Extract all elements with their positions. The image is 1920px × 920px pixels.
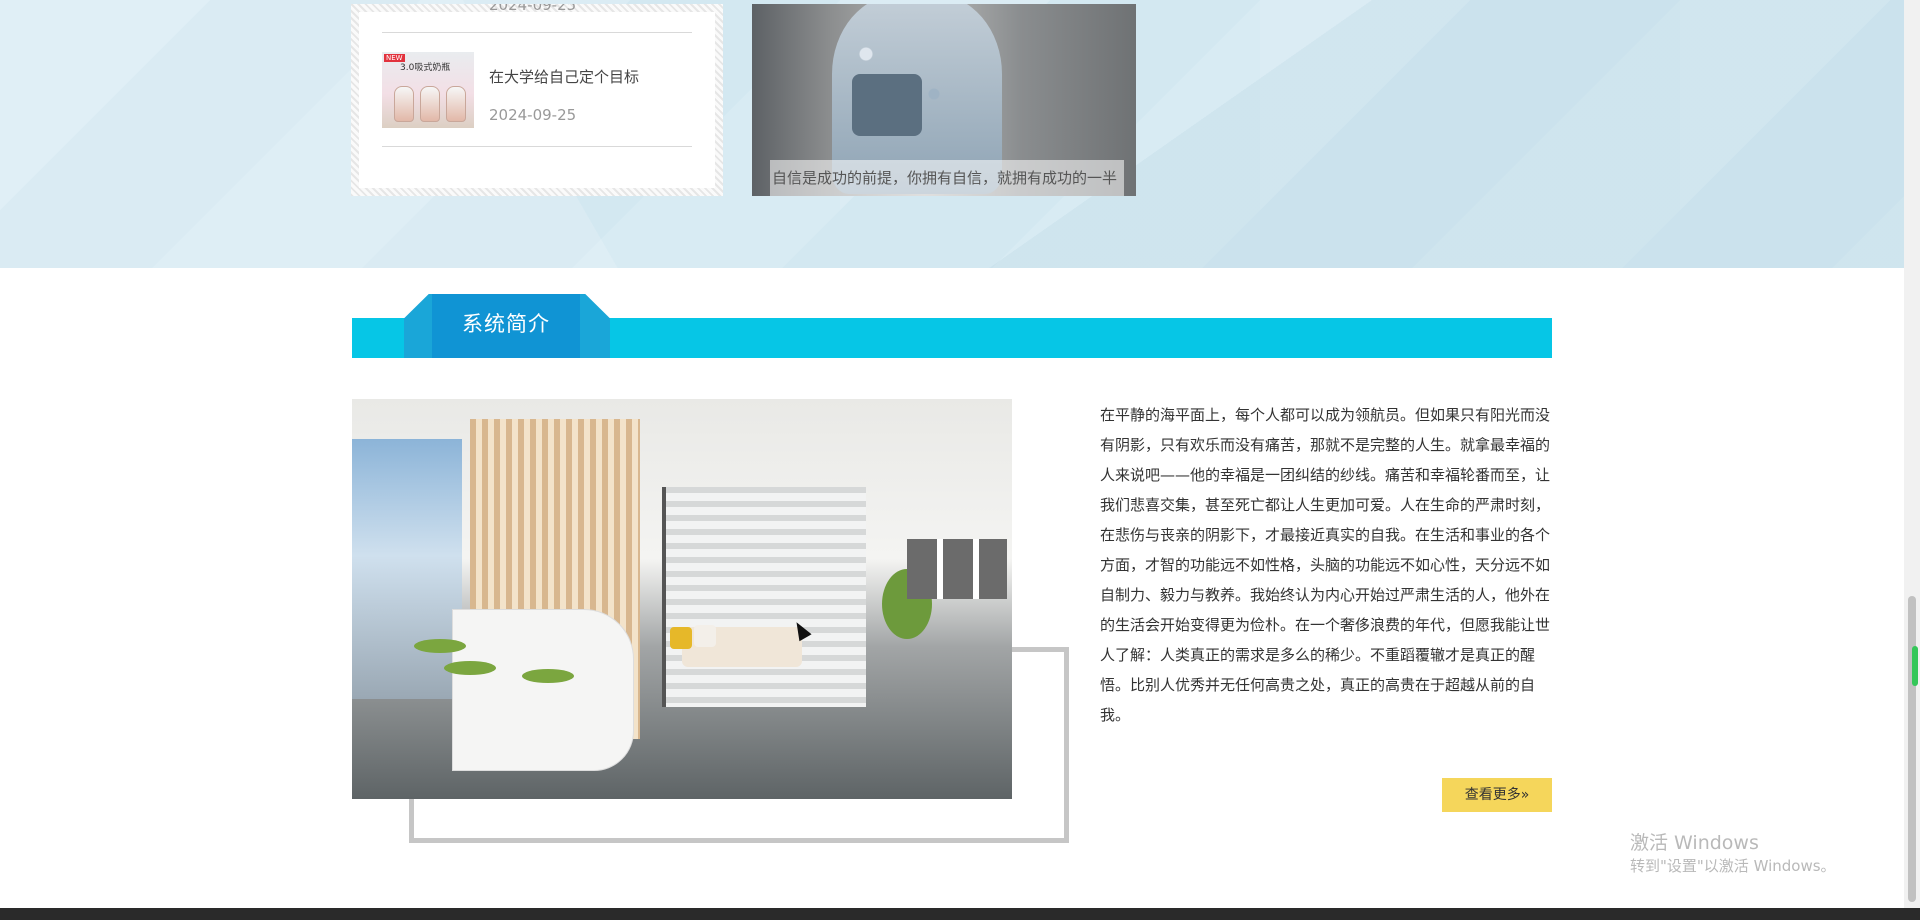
footer-top-edge (0, 908, 1920, 920)
office-photo (352, 399, 1012, 799)
news-item-partial[interactable]: 2024-09-25 (382, 4, 692, 33)
bag-image (852, 74, 922, 136)
bottle-image (446, 86, 466, 122)
stool-image (522, 669, 574, 683)
glass-room-image (662, 487, 866, 707)
reception-counter (452, 609, 634, 771)
windows-activation-title: 激活 Windows (1630, 832, 1759, 854)
news-title[interactable]: 在大学给自己定个目标 (489, 66, 639, 87)
scrollbar-thumb[interactable] (1908, 596, 1916, 902)
about-text: 在平静的海平面上，每个人都可以成为领航员。但如果只有阳光而没有阴影，只有欢乐而没… (1100, 406, 1551, 724)
view-more-button[interactable]: 查看更多» (1442, 778, 1552, 812)
news-date: 2024-09-25 (489, 106, 577, 124)
photo-caption: 自信是成功的前提，你拥有自信，就拥有成功的一半 (770, 160, 1124, 196)
bottle-image (394, 86, 414, 122)
wall-frames-image (907, 539, 1007, 599)
news-date: 2024-09-25 (489, 4, 577, 14)
pillow-image (670, 627, 692, 649)
thumbnail-caption: 3.0吸式奶瓶 (400, 63, 451, 73)
pillow-image (694, 625, 716, 647)
windows-activation-subtitle: 转到"设置"以激活 Windows。 (1630, 857, 1836, 875)
section-title: 系统简介 (462, 312, 550, 336)
news-thumbnail[interactable]: NEW 3.0吸式奶瓶 (382, 52, 474, 128)
bottle-image (420, 86, 440, 122)
stool-image (414, 639, 466, 653)
scroll-position-indicator (1912, 646, 1918, 686)
feature-photo[interactable]: 自信是成功的前提，你拥有自信，就拥有成功的一半 (752, 4, 1136, 196)
vertical-scrollbar[interactable] (1904, 0, 1920, 908)
stool-image (444, 661, 496, 675)
news-item[interactable]: NEW 3.0吸式奶瓶 在大学给自己定个目标 2024-09-25 (382, 52, 692, 147)
window-image (352, 439, 462, 699)
